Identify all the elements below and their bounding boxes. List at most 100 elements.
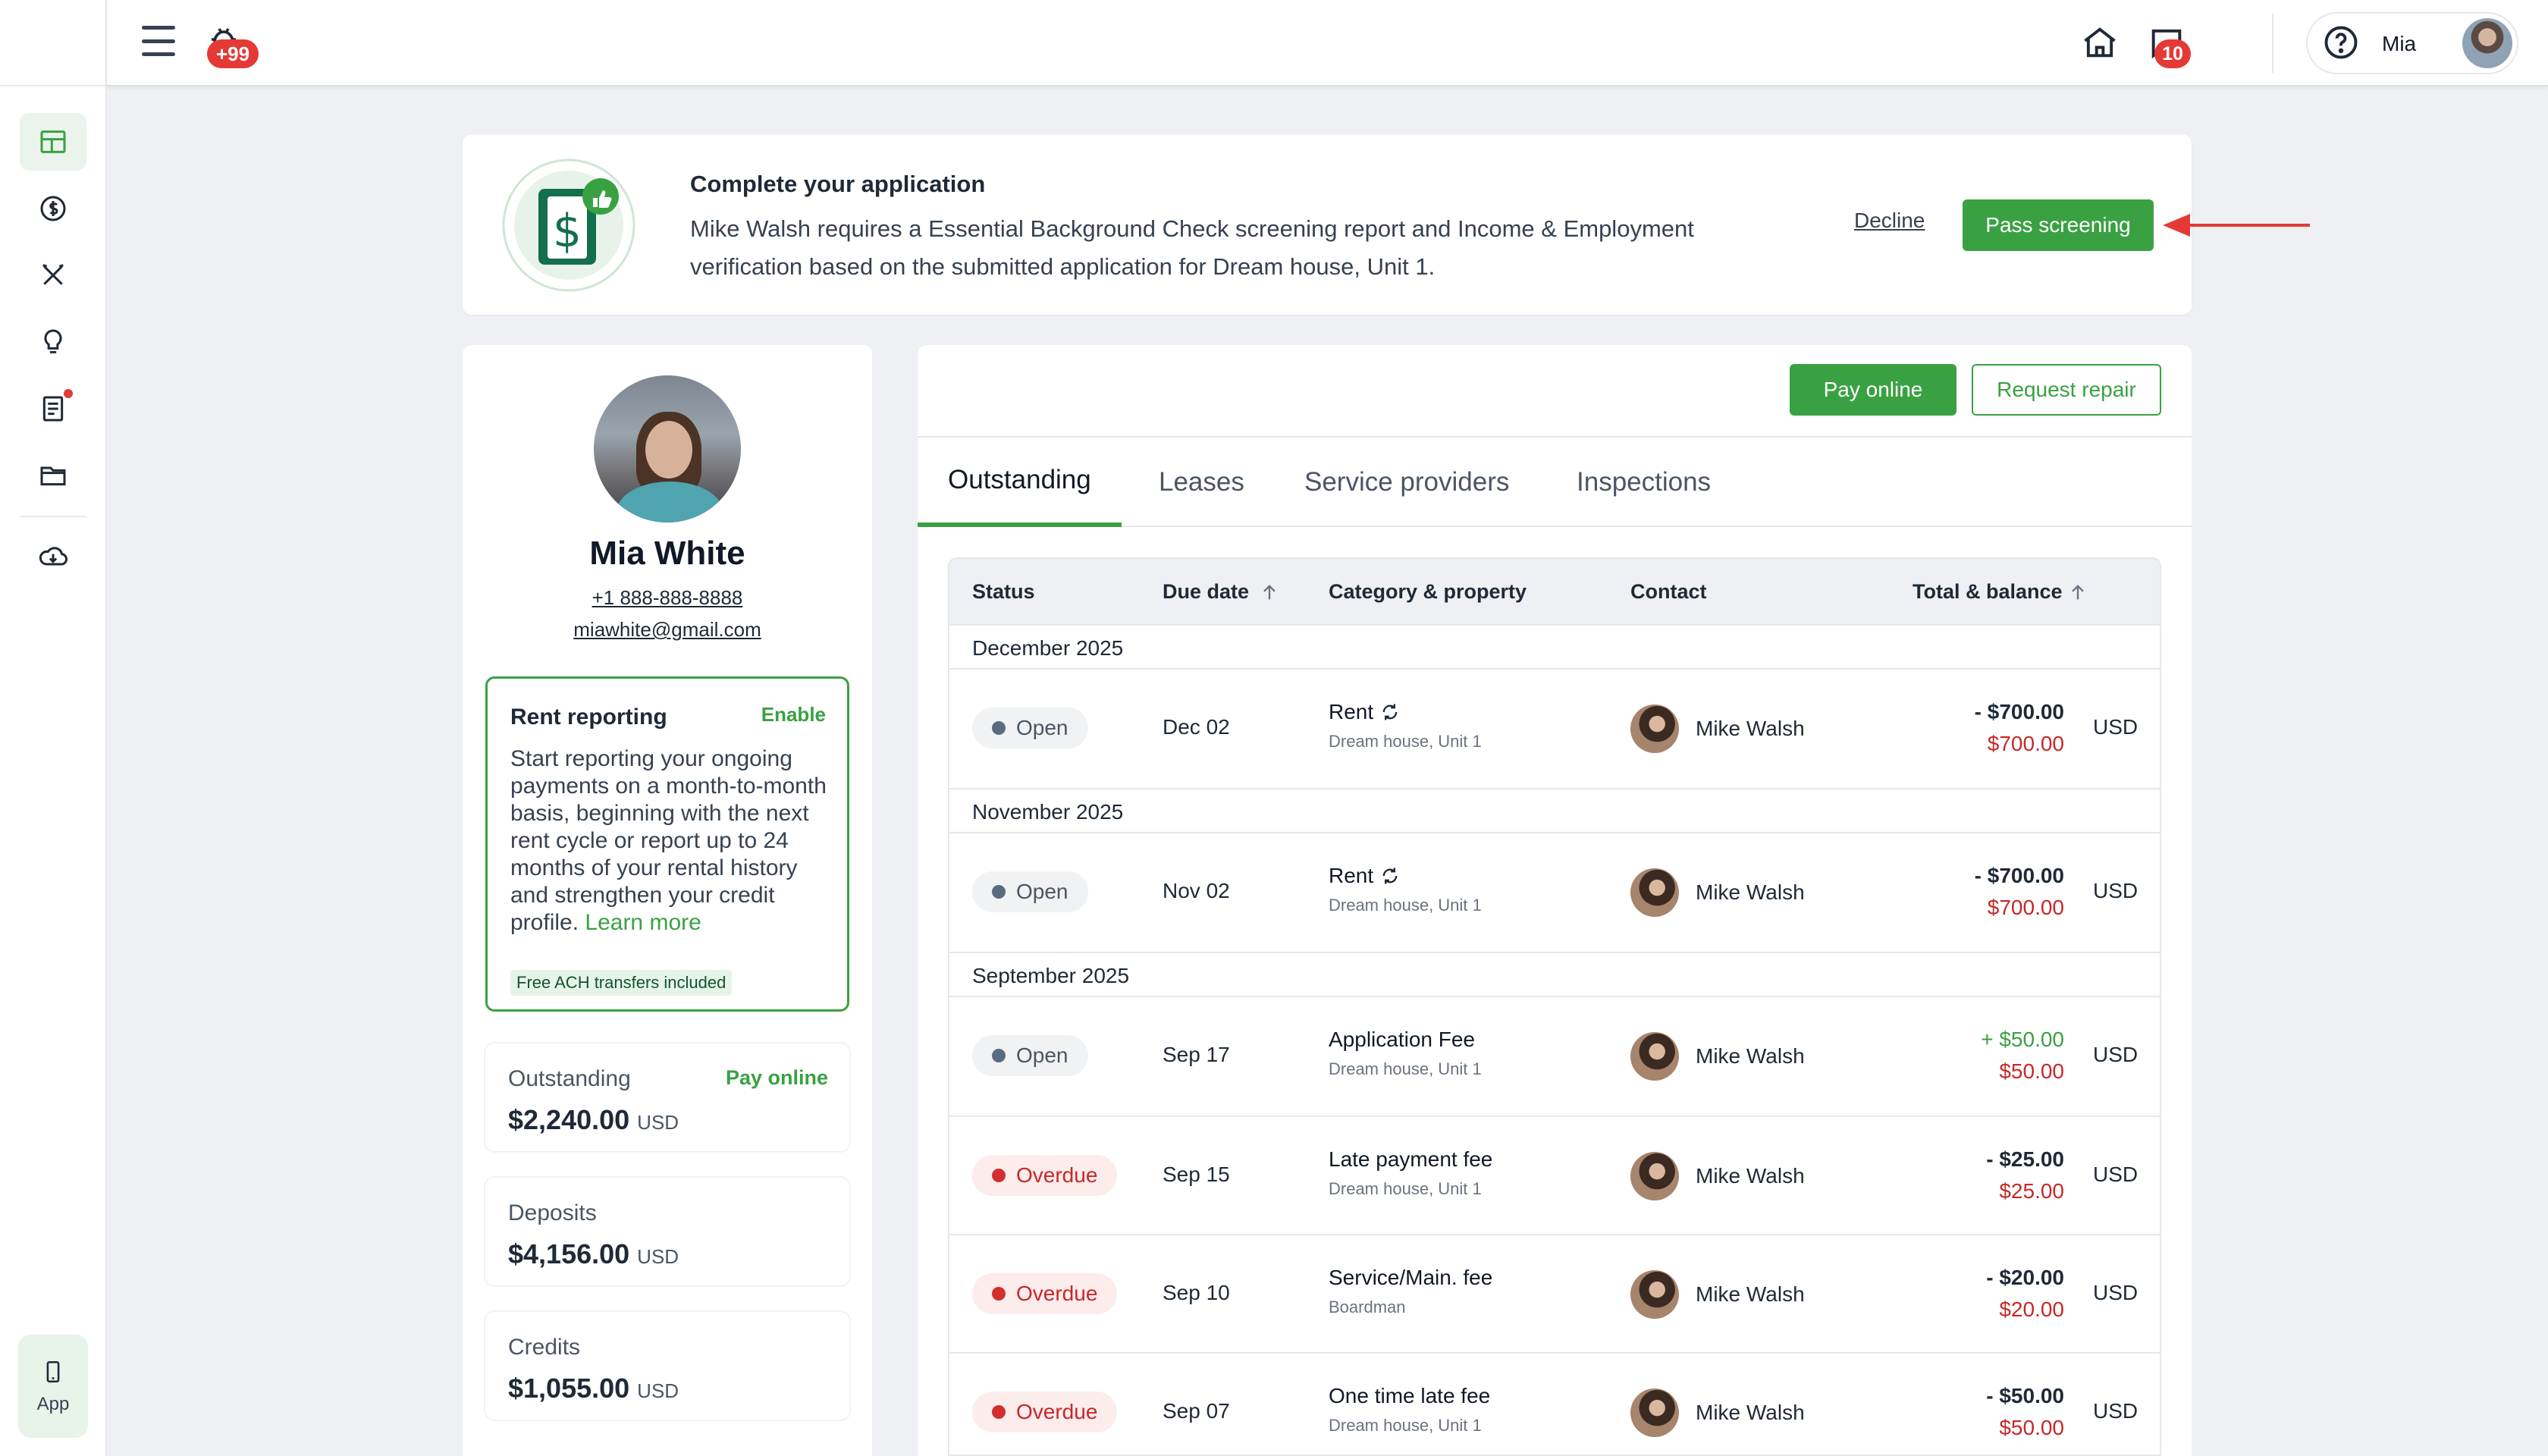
request-repair-button[interactable]: Request repair (1972, 364, 2161, 416)
mobile-phone-icon (46, 1360, 60, 1383)
contact-avatar (1630, 868, 1679, 917)
rent-reporting-text: Start reporting your ongoing payments on… (510, 746, 827, 935)
notification-dot (64, 389, 73, 398)
contact-cell: Mike Walsh (1630, 1270, 1805, 1319)
due-date: Nov 02 (1163, 879, 1230, 902)
insights-nav-button[interactable] (20, 313, 86, 371)
application-banner: $ Complete your application Mike Walsh r… (463, 134, 2192, 315)
banner-title: Complete your application (690, 171, 986, 197)
status-badge: Overdue (972, 1155, 1118, 1196)
documents-nav-button[interactable] (20, 380, 86, 438)
pointer-arrow-icon (2163, 214, 2310, 237)
rent-reporting-title: Rent reporting (510, 704, 667, 730)
outstanding-table: Status Due date Category & property Cont… (948, 557, 2161, 1456)
profile-card: Mia White +1 888-888-8888 miawhite@gmail… (463, 345, 872, 1456)
home-icon[interactable] (2080, 23, 2120, 62)
currency: USD (2093, 1043, 2138, 1066)
col-category[interactable]: Category & property (1329, 580, 1527, 604)
recurring-icon (1382, 868, 1398, 884)
outstanding-value: $2,240.00 USD (508, 1104, 679, 1135)
table-header: Status Due date Category & property Cont… (949, 559, 2160, 626)
app-label: App (36, 1394, 70, 1414)
col-contact[interactable]: Contact (1630, 580, 1707, 604)
credits-label: Credits (508, 1335, 581, 1360)
user-menu-button[interactable]: Mia (2306, 12, 2518, 74)
top-bar: +99 10 Mia (107, 0, 2548, 86)
group-header: September 2025 (949, 952, 2160, 997)
deposits-label: Deposits (508, 1200, 597, 1225)
learn-more-link[interactable]: Learn more (585, 910, 701, 935)
category-cell: Rent Dream house, Unit 1 (1329, 700, 1482, 751)
table-row[interactable]: Overdue Sep 15 Late payment fee Dream ho… (949, 1117, 2160, 1235)
status-badge: Open (972, 1035, 1088, 1076)
due-date: Dec 02 (1163, 715, 1230, 739)
amount-cell: - $700.00 $700.00 (1974, 700, 2064, 755)
application-logo-icon: $ (502, 158, 635, 292)
user-name: Mia (2382, 32, 2417, 55)
category-cell: Application Fee Dream house, Unit 1 (1329, 1028, 1482, 1078)
currency: USD (2093, 1281, 2138, 1304)
ach-tag: Free ACH transfers included (510, 970, 733, 996)
contact-cell: Mike Walsh (1630, 704, 1805, 753)
pass-screening-button[interactable]: Pass screening (1963, 199, 2154, 251)
lightbulb-icon (44, 329, 62, 353)
tab-outstanding[interactable]: Outstanding (918, 438, 1122, 527)
status-badge: Overdue (972, 1273, 1118, 1314)
chat-count-badge: 10 (2154, 39, 2191, 68)
topbar-divider (2272, 14, 2273, 73)
pay-online-button[interactable]: Pay online (1790, 364, 1956, 416)
sort-up-icon[interactable] (1259, 582, 1280, 603)
profile-email-link[interactable]: miawhite@gmail.com (463, 618, 872, 642)
table-row[interactable]: Open Dec 02 Rent Dream house, Unit 1 Mik… (949, 670, 2160, 789)
main-card: Pay online Request repair Outstanding Le… (918, 345, 2192, 1456)
table-row[interactable]: Overdue Sep 07 One time late fee Dream h… (949, 1354, 2160, 1454)
table-row[interactable]: Open Nov 02 Rent Dream house, Unit 1 Mik… (949, 833, 2160, 953)
tab-inspections[interactable]: Inspections (1577, 438, 1711, 527)
decline-link[interactable]: Decline (1854, 209, 1925, 233)
profile-name: Mia White (589, 535, 745, 572)
payments-nav-button[interactable] (20, 180, 86, 237)
contact-cell: Mike Walsh (1630, 1152, 1805, 1200)
currency: USD (2093, 1399, 2138, 1423)
tab-service-providers[interactable]: Service providers (1304, 438, 1509, 527)
outstanding-card: Outstanding Pay online $2,240.00 USD (485, 1043, 849, 1151)
folder-icon (40, 466, 66, 486)
group-header: November 2025 (949, 788, 2160, 833)
pay-online-link[interactable]: Pay online (726, 1066, 828, 1090)
app-button[interactable]: App (18, 1335, 88, 1438)
rent-reporting-card: Rent reporting Enable Start reporting yo… (485, 676, 849, 1012)
notification-count-badge: +99 (207, 39, 259, 68)
dollar-circle-icon (40, 196, 66, 221)
tab-bar: Outstanding Leases Service providers Ins… (918, 436, 2192, 527)
due-date: Sep 15 (1163, 1163, 1230, 1186)
menu-toggle-button[interactable] (142, 26, 175, 56)
dashboard-nav-button[interactable] (20, 113, 86, 171)
contact-avatar (1630, 1032, 1679, 1081)
files-nav-button[interactable] (20, 447, 86, 504)
contact-cell: Mike Walsh (1630, 1389, 1805, 1437)
category-cell: Late payment fee Dream house, Unit 1 (1329, 1147, 1493, 1198)
col-total[interactable]: Total & balance (1913, 580, 2063, 604)
col-due-date[interactable]: Due date (1163, 580, 1249, 604)
left-rail: App (0, 0, 107, 1456)
maintenance-nav-button[interactable] (20, 246, 86, 304)
contact-cell: Mike Walsh (1630, 868, 1805, 917)
currency: USD (2093, 715, 2138, 739)
enable-rent-reporting-link[interactable]: Enable (761, 703, 826, 726)
sort-up-icon[interactable] (2067, 582, 2088, 603)
tab-leases[interactable]: Leases (1159, 438, 1244, 527)
category-cell: One time late fee Dream house, Unit 1 (1329, 1384, 1491, 1435)
status-badge: Open (972, 871, 1088, 912)
contact-cell: Mike Walsh (1630, 1032, 1805, 1081)
currency: USD (2093, 879, 2138, 902)
cloud-download-icon (39, 547, 67, 566)
profile-avatar (594, 375, 741, 522)
amount-cell: - $20.00 $20.00 (1986, 1266, 2064, 1321)
download-nav-button[interactable] (20, 528, 86, 585)
category-cell: Service/Main. fee Boardman (1329, 1266, 1493, 1316)
table-row[interactable]: Open Sep 17 Application Fee Dream house,… (949, 997, 2160, 1117)
col-status[interactable]: Status (972, 580, 1035, 604)
profile-phone-link[interactable]: +1 888-888-8888 (463, 586, 872, 610)
due-date: Sep 07 (1163, 1399, 1230, 1423)
table-row[interactable]: Overdue Sep 10 Service/Main. fee Boardma… (949, 1235, 2160, 1354)
